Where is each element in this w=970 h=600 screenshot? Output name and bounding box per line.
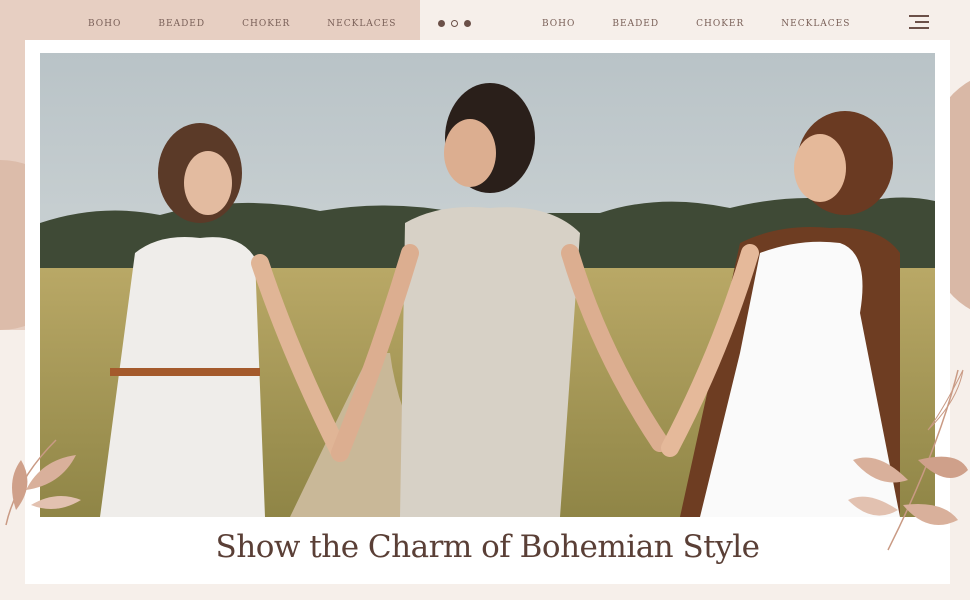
nav-item-beaded[interactable]: BEADED [612, 19, 659, 29]
hero-photo [40, 53, 935, 517]
leaf-decoration-right-icon [848, 369, 968, 551]
nav-item-choker[interactable]: CHOKER [242, 19, 290, 29]
carousel-dot-1[interactable] [438, 20, 445, 27]
nav-item-boho[interactable]: BOHO [542, 19, 575, 29]
carousel-dots [438, 20, 471, 27]
nav-right: BOHO BEADED CHOKER NECKLACES [542, 19, 887, 29]
carousel-dot-3[interactable] [464, 20, 471, 27]
nav-item-necklaces[interactable]: NECKLACES [781, 19, 850, 29]
top-bar: BOHO BEADED CHOKER NECKLACES BOHO BEADED… [0, 0, 970, 40]
hero-photo-illustration [40, 53, 935, 517]
nav-left: BOHO BEADED CHOKER NECKLACES [88, 19, 433, 29]
nav-item-beaded[interactable]: BEADED [158, 19, 205, 29]
page-title: Show the Charm of Bohemian Style [215, 529, 760, 565]
nav-item-necklaces[interactable]: NECKLACES [327, 19, 396, 29]
hamburger-menu-icon[interactable] [909, 15, 929, 31]
nav-item-choker[interactable]: CHOKER [696, 19, 744, 29]
carousel-dot-2[interactable] [451, 20, 458, 27]
leaf-decoration-left-icon [5, 439, 81, 526]
hero-card: Show the Charm of Bohemian Style [25, 40, 950, 584]
nav-item-boho[interactable]: BOHO [88, 19, 121, 29]
